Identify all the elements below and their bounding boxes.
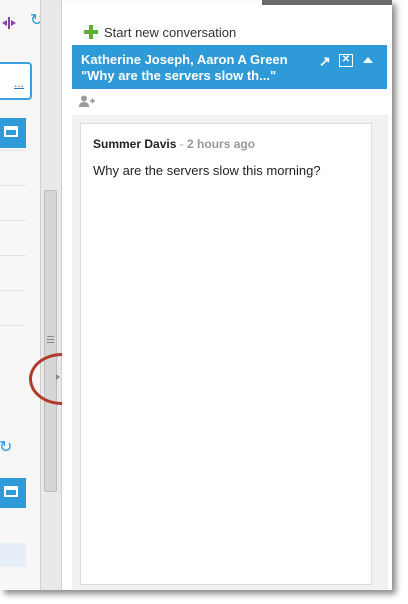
plus-icon xyxy=(84,25,98,39)
list-divider xyxy=(0,220,26,221)
scrollbar-grip-icon xyxy=(47,336,54,343)
app-window: ... ↻ ↻ Start new conversation Katherine… xyxy=(0,0,392,590)
refresh-icon[interactable]: ↻ xyxy=(0,437,12,457)
message-body: Why are the servers slow this morning? xyxy=(93,163,321,178)
list-divider xyxy=(0,325,26,326)
left-link-text[interactable]: ... xyxy=(14,76,24,90)
list-divider xyxy=(0,290,26,291)
close-icon[interactable]: ✕ xyxy=(339,54,353,67)
top-strip xyxy=(62,0,392,5)
popout-icon[interactable]: ↗ xyxy=(319,54,331,68)
message-separator: - xyxy=(176,137,188,151)
panel-splitter[interactable] xyxy=(40,0,62,590)
list-divider xyxy=(0,185,26,186)
message-thread: Summer Davis - 2 hours ago Why are the s… xyxy=(72,115,388,590)
start-new-conversation-label: Start new conversation xyxy=(104,24,237,40)
left-section-header xyxy=(0,118,26,148)
add-person-icon[interactable] xyxy=(79,95,95,107)
message-author[interactable]: Summer Davis xyxy=(93,137,176,151)
pin-icon[interactable] xyxy=(2,16,16,30)
list-divider xyxy=(0,150,26,151)
message-timestamp: 2 hours ago xyxy=(187,137,256,151)
message-card: Summer Davis - 2 hours ago Why are the s… xyxy=(80,123,372,585)
collapse-up-icon[interactable] xyxy=(363,57,373,63)
left-selected-link[interactable]: ... xyxy=(0,62,32,100)
conversation-participants: Katherine Joseph, Aaron A Green xyxy=(81,52,288,67)
start-new-conversation-button[interactable]: Start new conversation xyxy=(84,22,236,42)
left-section-header xyxy=(0,478,26,508)
scrollbar-thumb[interactable] xyxy=(44,190,57,492)
left-panel: ... ↻ ↻ xyxy=(0,0,43,590)
left-selected-row[interactable] xyxy=(0,543,26,567)
chat-panel: Start new conversation Katherine Joseph,… xyxy=(62,0,392,590)
list-divider xyxy=(0,255,26,256)
window-icon[interactable] xyxy=(4,126,18,137)
left-list xyxy=(0,150,26,360)
conversation-subject: "Why are the servers slow th..." xyxy=(81,68,277,83)
window-icon[interactable] xyxy=(4,486,18,497)
message-meta: Summer Davis - 2 hours ago xyxy=(93,137,255,151)
top-strip-dark xyxy=(262,0,392,5)
conversation-header[interactable]: Katherine Joseph, Aaron A Green "Why are… xyxy=(72,45,387,89)
